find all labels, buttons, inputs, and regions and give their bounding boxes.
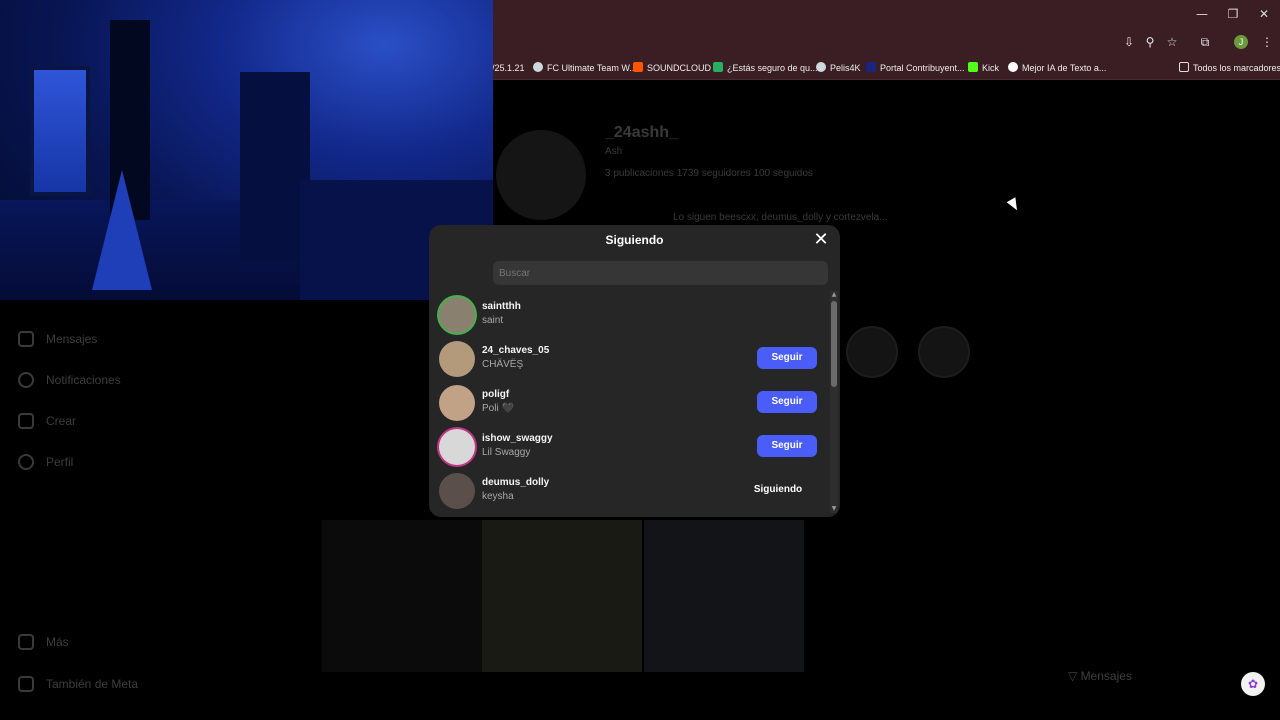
all-bookmarks[interactable]: Todos los marcadores (1179, 61, 1280, 75)
screen: — ❐ ✕ ⇩ ⚲ ☆ ⧉ J ⋮ /25.1.21 FC Ultimate T… (0, 0, 1280, 720)
username[interactable]: 24_chaves_05 (482, 345, 549, 356)
search-input[interactable] (493, 261, 828, 285)
messenger-icon (18, 331, 34, 347)
username[interactable]: poligf (482, 389, 509, 400)
scroll-up-icon[interactable]: ▲ (830, 291, 838, 299)
following-button[interactable]: Siguiendo (743, 479, 813, 501)
hamburger-icon (18, 634, 34, 650)
username[interactable]: ishow_swaggy (482, 433, 553, 444)
profile-avatar-icon[interactable]: J (1234, 35, 1248, 49)
bookmark-item[interactable]: Mejor IA de Texto a... (1008, 61, 1106, 75)
kick-icon (968, 62, 978, 72)
shield-icon (713, 62, 723, 72)
cam-tree (92, 170, 152, 290)
folder-icon (1179, 62, 1189, 72)
close-icon[interactable]: ✕ (812, 231, 830, 249)
list-item[interactable]: saintthh saint (429, 293, 829, 337)
modal-header: Siguiendo ✕ (429, 225, 840, 255)
scroll-thumb[interactable] (831, 301, 837, 387)
scrollbar[interactable]: ▲ ▼ (830, 291, 838, 513)
meta-icon (18, 676, 34, 692)
list-item[interactable]: deumus_dolly keysha Siguiendo (429, 469, 829, 513)
follow-button[interactable]: Seguir (757, 347, 817, 369)
cam-door (30, 66, 90, 196)
full-name: CHÄVËŞ (482, 359, 524, 370)
bookmark-item[interactable]: SOUNDCLOUD (633, 61, 711, 75)
profile-avatar (496, 130, 586, 220)
follow-button[interactable]: Seguir (757, 391, 817, 413)
bookmark-item[interactable]: ¿Estás seguro de qu... (713, 61, 818, 75)
heart-icon (18, 372, 34, 388)
close-window-icon[interactable]: ✕ (1249, 4, 1279, 24)
story-highlight[interactable] (846, 326, 898, 378)
post-thumbnail[interactable] (482, 520, 642, 672)
portal-icon (866, 62, 876, 72)
bookmark-item[interactable]: Pelis4K (816, 61, 861, 75)
messenger-icon: ▽ (1068, 669, 1081, 683)
sidebar-item-meta[interactable]: También de Meta (18, 674, 138, 694)
post-thumbnail[interactable] (644, 520, 804, 672)
sidebar-item-profile[interactable]: Perfil (18, 452, 73, 472)
follow-button[interactable]: Seguir (757, 435, 817, 457)
extensions-icon[interactable]: ⧉ (1196, 33, 1214, 51)
soundcloud-icon (633, 62, 643, 72)
plus-icon (18, 413, 34, 429)
sidebar-item-notifications[interactable]: Notificaciones (18, 370, 121, 390)
star-icon[interactable]: ☆ (1163, 33, 1181, 51)
following-list: saintthh saint 24_chaves_05 CHÄVËŞ Segui… (429, 293, 829, 517)
full-name: Lil Swaggy (482, 447, 531, 458)
username[interactable]: saintthh (482, 301, 521, 312)
following-modal: Siguiendo ✕ saintthh saint 24_chaves_05 … (429, 225, 840, 517)
meta-ai-icon[interactable]: ✿ (1241, 672, 1265, 696)
menu-icon[interactable]: ⋮ (1258, 33, 1276, 51)
bookmark-item[interactable]: Portal Contribuyent... (866, 61, 965, 75)
profile-stats: 3 publicaciones 1739 seguidores 100 segu… (605, 168, 813, 179)
avatar[interactable] (439, 429, 475, 465)
globe-icon (533, 62, 543, 72)
full-name: Poli 🖤 (482, 403, 514, 414)
messages-bar[interactable]: ▽ Mensajes (1068, 662, 1188, 690)
ai-icon (1008, 62, 1018, 72)
zoom-icon[interactable]: ⚲ (1141, 33, 1159, 51)
list-item[interactable]: ishow_swaggy Lil Swaggy Seguir (429, 425, 829, 469)
profile-icon (18, 454, 34, 470)
profile-name: Ash (605, 146, 623, 157)
sidebar-item-messages[interactable]: Mensajes (18, 329, 97, 349)
scroll-down-icon[interactable]: ▼ (830, 505, 838, 513)
sidebar-item-more[interactable]: Más (18, 632, 69, 652)
list-item[interactable]: 24_chaves_05 CHÄVËŞ Seguir (429, 337, 829, 381)
globe-icon (816, 62, 826, 72)
followed-by: Lo siguen beescxx, deumus_dolly y cortez… (673, 212, 888, 223)
restore-icon[interactable]: ❐ (1218, 4, 1248, 24)
profile-username: _24ashh_ (605, 124, 678, 141)
story-highlight[interactable] (918, 326, 970, 378)
bookmark-item[interactable]: /25.1.21 (492, 61, 525, 75)
bookmark-item[interactable]: Kick (968, 61, 999, 75)
list-item[interactable]: poligf Poli 🖤 Seguir (429, 381, 829, 425)
avatar[interactable] (439, 473, 475, 509)
full-name: keysha (482, 491, 514, 502)
username[interactable]: deumus_dolly (482, 477, 549, 488)
post-thumbnail[interactable] (322, 520, 482, 672)
install-app-icon[interactable]: ⇩ (1120, 33, 1138, 51)
avatar[interactable] (439, 385, 475, 421)
webcam-overlay (0, 0, 493, 300)
bookmark-item[interactable]: FC Ultimate Team W... (533, 61, 637, 75)
modal-title: Siguiendo (605, 233, 664, 247)
sidebar-item-create[interactable]: Crear (18, 411, 76, 431)
full-name: saint (482, 315, 504, 326)
minimize-icon[interactable]: — (1187, 4, 1217, 24)
avatar[interactable] (439, 297, 475, 333)
avatar[interactable] (439, 341, 475, 377)
